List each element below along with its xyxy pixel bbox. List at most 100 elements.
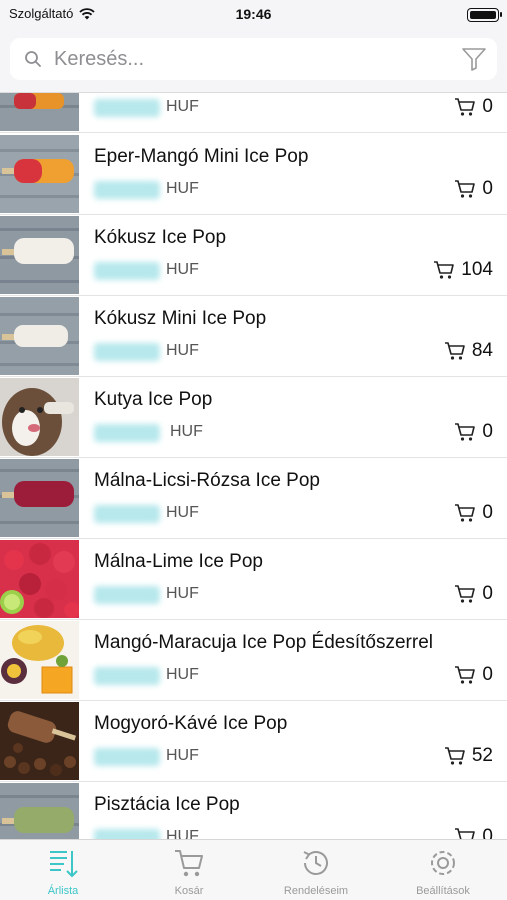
cart-count: 0 [482,421,493,442]
tab-pricelist[interactable]: Árlista [0,840,126,900]
price-currency: HUF [166,180,199,197]
search-input[interactable] [54,38,434,80]
price-currency: HUF [166,98,199,115]
cart-icon [444,747,465,765]
product-name: Mangó-Maracuja Ice Pop Édesítőszerrel [94,632,433,653]
product-row[interactable]: Málna-Licsi-Rózsa Ice Pop HUF 0 [0,458,507,539]
product-name: Málna-Licsi-Rózsa Ice Pop [94,470,320,491]
product-thumbnail [0,783,79,839]
product-row[interactable]: Kutya Ice Pop HUF 0 [0,377,507,458]
product-thumbnail [0,621,79,699]
product-thumbnail [0,540,79,618]
orders-icon [303,851,328,875]
cart-quantity[interactable]: 0 [454,826,493,839]
cart-icon [455,423,476,441]
price-currency: HUF [166,828,199,839]
product-row[interactable]: Eper-Mangó Mini Ice Pop HUF 0 [0,134,507,215]
cart-icon [455,504,476,522]
tab-orders[interactable]: Rendeléseim [253,840,379,900]
cart-count: 0 [482,664,493,685]
product-name: Mogyoró-Kávé Ice Pop [94,713,288,734]
cart-count: 0 [482,96,493,117]
product-row[interactable]: Kókusz Mini Ice Pop HUF 84 [0,296,507,377]
product-thumbnail [0,135,79,213]
price-redacted [94,748,160,766]
cart-quantity[interactable]: 0 [454,178,493,200]
price-redacted [94,505,160,523]
status-bar: Szolgáltató 19:46 [0,0,507,30]
price-currency: HUF [166,747,199,764]
price-currency: HUF [166,666,199,683]
product-name: Kutya Ice Pop [94,389,213,410]
filter-icon[interactable] [461,46,487,72]
search-field[interactable] [10,38,497,80]
price-currency: HUF [166,585,199,602]
product-name: Kókusz Ice Pop [94,227,227,248]
battery-icon [467,8,502,22]
cart-icon [455,585,476,603]
cart-count: 0 [482,826,493,839]
cart-icon [455,666,476,684]
tab-label: Kosár [174,885,204,897]
product-row[interactable]: HUF 0 [0,93,507,133]
price-redacted [94,181,160,199]
cart-count: 0 [482,583,493,604]
search-icon [25,51,41,67]
cart-quantity[interactable]: 0 [454,583,493,605]
product-thumbnail [0,216,79,294]
cart-count: 84 [471,340,493,361]
product-row[interactable]: Mogyoró-Kávé Ice Pop HUF 52 [0,701,507,782]
pricelist-icon [50,851,78,878]
product-name: Málna-Lime Ice Pop [94,551,263,572]
price-currency: HUF [166,342,199,359]
cart-quantity[interactable]: 0 [454,502,493,524]
cart-count: 0 [482,178,493,199]
cart-quantity[interactable]: 0 [454,96,493,118]
product-thumbnail [0,297,79,375]
cart-count: 104 [461,259,493,280]
cart-icon [455,180,476,198]
price-currency: HUF [170,423,203,440]
tab-label: Beállítások [416,885,470,897]
product-row[interactable]: Mangó-Maracuja Ice Pop Édesítőszerrel HU… [0,620,507,701]
price-redacted [94,262,160,280]
price-currency: HUF [166,261,199,278]
product-name: Kókusz Mini Ice Pop [94,308,267,329]
product-thumbnail [0,378,79,456]
cart-icon [444,342,465,360]
product-name: Eper-Mangó Mini Ice Pop [94,146,309,167]
cart-quantity[interactable]: 0 [454,664,493,686]
cart-quantity[interactable]: 84 [444,340,493,362]
tab-label: Árlista [47,885,79,897]
price-redacted [94,343,160,361]
price-redacted [94,829,160,839]
price-redacted [94,99,160,117]
cart-icon [455,828,476,839]
cart-count: 52 [471,745,493,766]
tab-bar: Árlista Kosár Rendeléseim Beállítások [0,839,507,900]
cart-quantity[interactable]: 52 [444,745,493,767]
product-thumbnail [0,459,79,537]
tab-settings[interactable]: Beállítások [380,840,506,900]
status-time: 19:46 [235,6,272,22]
settings-icon [431,851,455,875]
cart-icon [455,98,476,116]
cart-count: 0 [482,502,493,523]
product-row[interactable]: Kókusz Ice Pop HUF 104 [0,215,507,296]
product-thumbnail [0,93,79,131]
price-currency: HUF [166,504,199,521]
product-thumbnail [0,702,79,780]
product-row[interactable]: Málna-Lime Ice Pop HUF 0 [0,539,507,620]
price-redacted [94,667,160,685]
tab-cart[interactable]: Kosár [126,840,252,900]
cart-quantity[interactable]: 104 [433,259,493,281]
search-header [0,30,507,93]
cart-icon [175,850,203,877]
product-name: Pisztácia Ice Pop [94,794,240,815]
price-redacted [94,424,160,442]
product-row[interactable]: Pisztácia Ice Pop HUF 0 [0,782,507,839]
tab-label: Rendeléseim [283,885,349,897]
product-list: HUF 0 Eper-Mangó Mini Ice Pop HUF 0 Kóku… [0,93,507,839]
price-redacted [94,586,160,604]
cart-quantity[interactable]: 0 [454,421,493,443]
